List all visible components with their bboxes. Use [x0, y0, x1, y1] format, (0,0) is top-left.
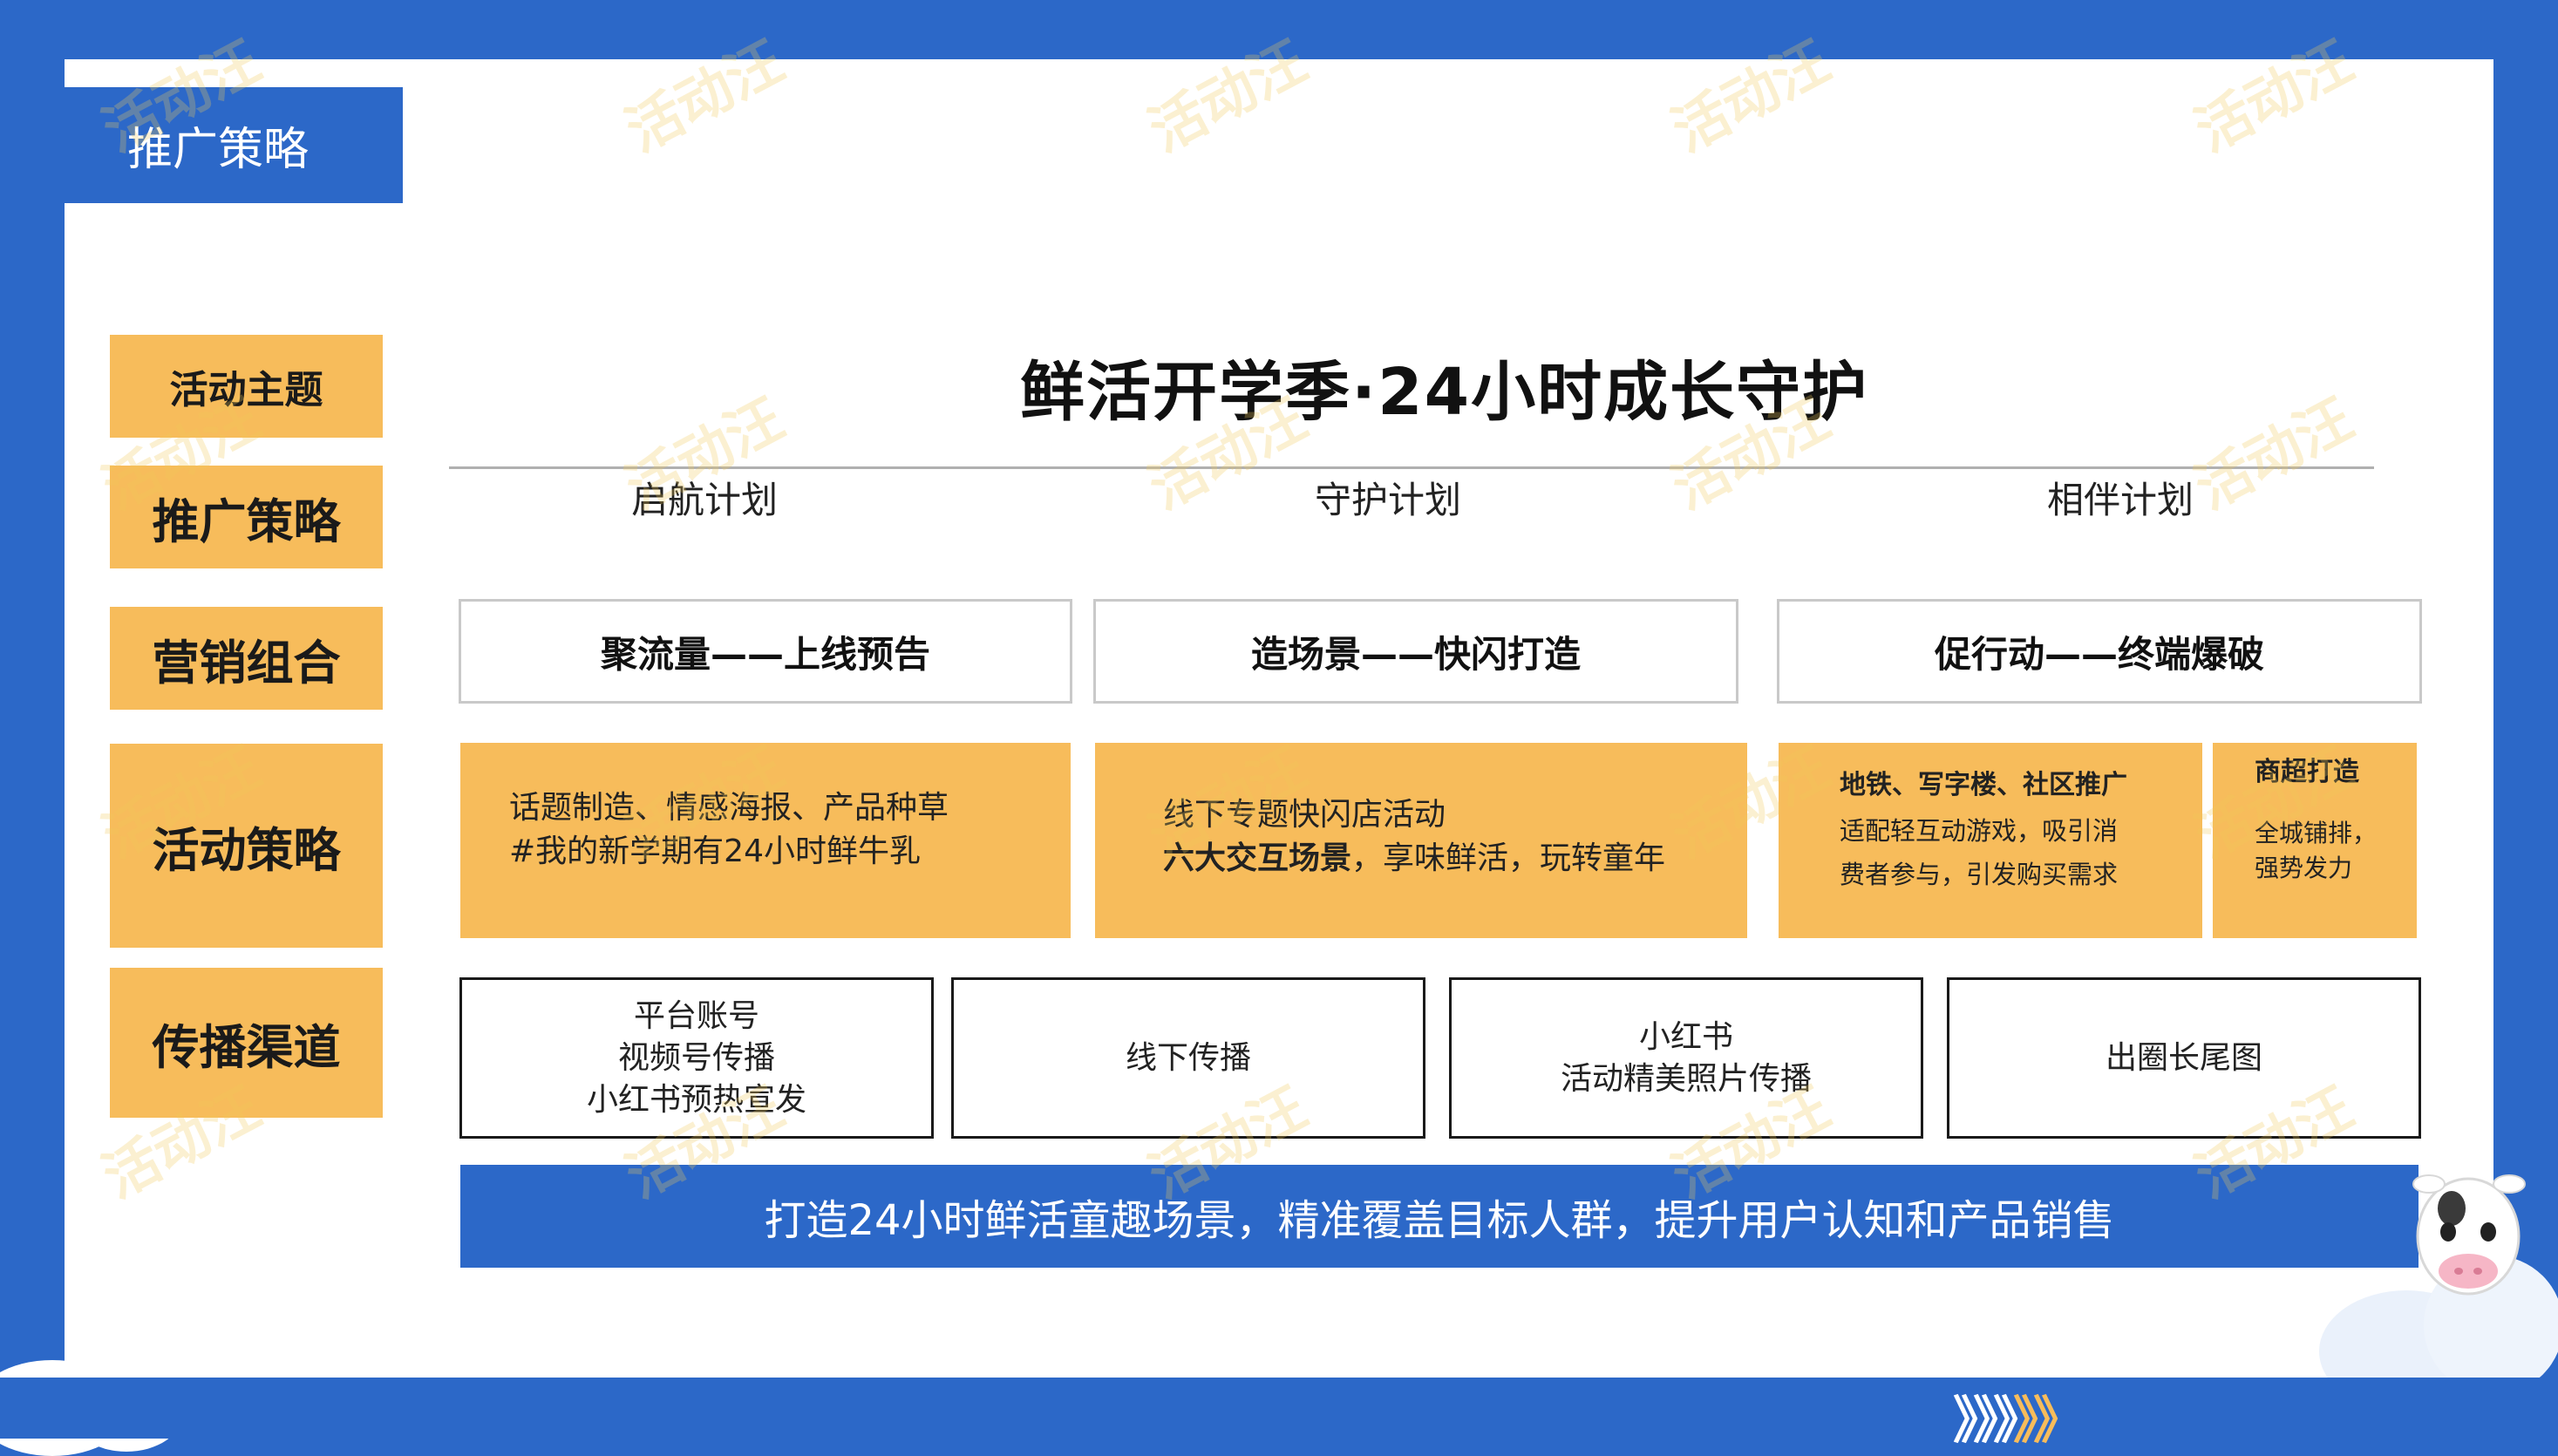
activity-3-line1: 适配轻互动游戏，吸引消: [1840, 816, 2119, 846]
cow-mascot-icon: [2412, 1174, 2526, 1296]
side-label-promotion: 推广策略: [110, 466, 383, 568]
channel-box-2: 线下传播: [951, 977, 1425, 1139]
divider-line: [449, 466, 2374, 469]
activity-2-bold: 六大交互场景: [1163, 840, 1352, 876]
activity-1-line2: #我的新学期有24小时鲜牛乳: [509, 833, 921, 869]
side-label-theme: 活动主题: [110, 335, 383, 438]
channel-3-line1: 小红书: [1638, 1018, 1733, 1055]
marketing-box-1: 聚流量——上线预告: [459, 599, 1072, 704]
marketing-box-3: 促行动——终端爆破: [1777, 599, 2422, 704]
channel-1-line1: 平台账号: [633, 997, 759, 1034]
activity-4-line2: 强势发力: [2255, 854, 2353, 882]
channel-1-line2: 视频号传播: [617, 1039, 775, 1076]
activity-2-line1: 线下专题快闪店活动: [1163, 797, 1446, 833]
theme-title: 鲜活开学季·24小时成长守护: [1020, 355, 1869, 430]
plan-label-2: 守护计划: [1315, 479, 1462, 521]
channel-box-4: 出圈长尾图: [1947, 977, 2421, 1139]
activity-1-line1: 话题制造、情感海报、产品种草: [509, 790, 949, 826]
channel-4-line1: 出圈长尾图: [2105, 1039, 2262, 1076]
summary-banner: 打造24小时鲜活童趣场景，精准覆盖目标人群，提升用户认知和产品销售: [460, 1165, 2419, 1268]
activity-2-rest: ，享味鲜活，玩转童年: [1351, 840, 1666, 876]
channel-1-line3: 小红书预热宣发: [586, 1081, 806, 1118]
activity-4-line1: 全城铺排，: [2255, 819, 2378, 847]
channel-2-line1: 线下传播: [1125, 1039, 1251, 1076]
activity-box-3: 地铁、写字楼、社区推广 适配轻互动游戏，吸引消 费者参与，引发购买需求: [1779, 743, 2202, 938]
activity-box-4: 商超打造 全城铺排， 强势发力: [2213, 743, 2417, 938]
activity-3-title: 地铁、写字楼、社区推广: [1840, 770, 2127, 800]
side-label-marketing: 营销组合: [110, 607, 383, 710]
plan-label-1: 启航计划: [631, 479, 779, 521]
activity-2-line2: 六大交互场景，享味鲜活，玩转童年: [1163, 837, 1747, 881]
plan-label-3: 相伴计划: [2047, 479, 2194, 521]
activity-box-2: 线下专题快闪店活动 六大交互场景，享味鲜活，玩转童年: [1095, 743, 1747, 938]
channel-3-line2: 活动精美照片传播: [1560, 1060, 1812, 1097]
header-title: 推广策略: [65, 87, 403, 203]
side-label-channel: 传播渠道: [110, 968, 383, 1118]
activity-3-line2: 费者参与，引发购买需求: [1840, 860, 2119, 889]
channel-box-1: 平台账号 视频号传播 小红书预热宣发: [459, 977, 934, 1139]
side-label-activity: 活动策略: [110, 744, 383, 948]
activity-4-title: 商超打造: [2255, 757, 2359, 787]
marketing-box-2: 造场景——快闪打造: [1093, 599, 1738, 704]
activity-box-1: 话题制造、情感海报、产品种草 #我的新学期有24小时鲜牛乳: [460, 743, 1071, 938]
chevron-arrows-icon: 》》》》》: [1953, 1391, 2084, 1450]
bottom-bar: [0, 1378, 2558, 1439]
channel-box-3: 小红书 活动精美照片传播: [1449, 977, 1923, 1139]
